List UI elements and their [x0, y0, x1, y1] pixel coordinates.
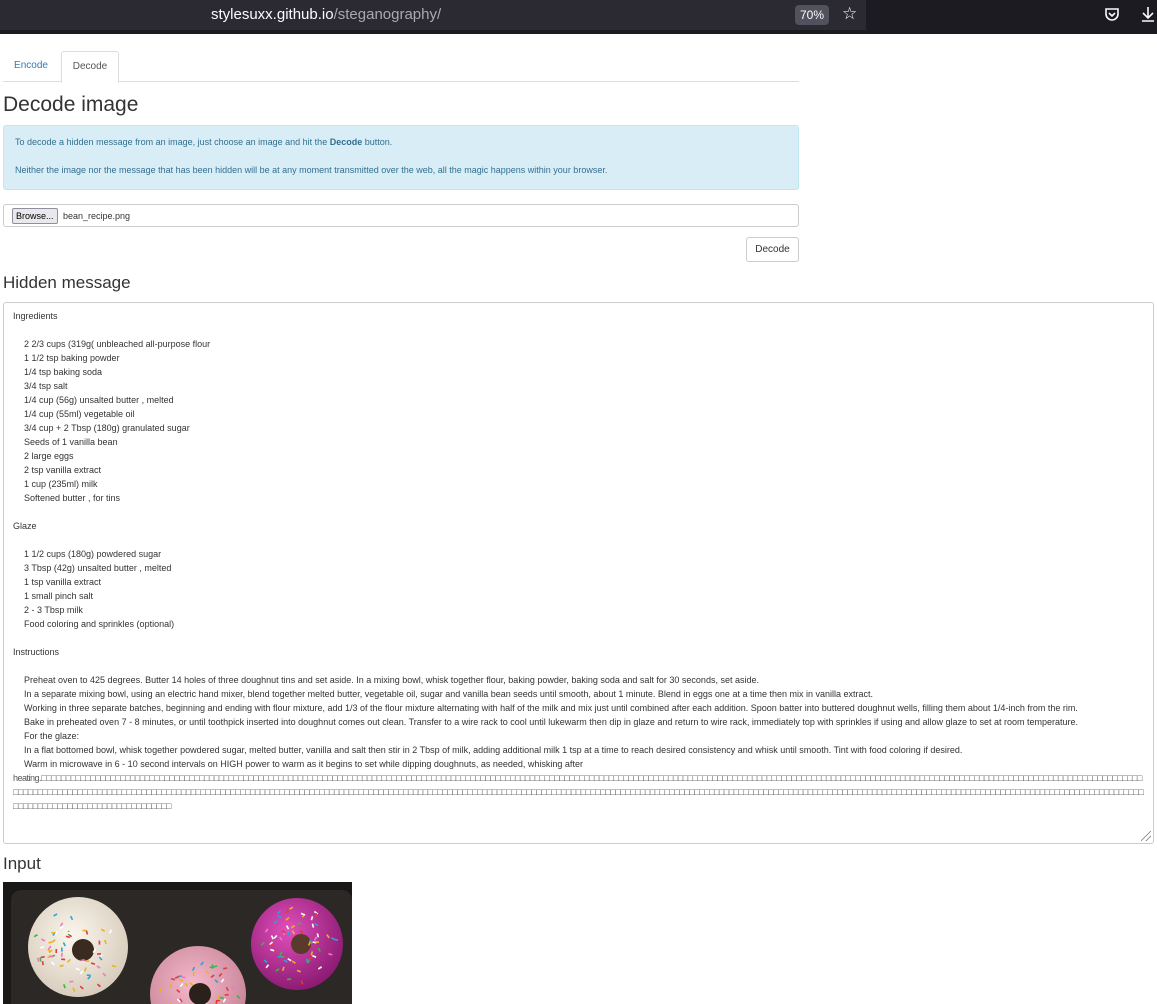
- ingredient-line: 2 2/3 cups (319g( unbleached all-purpose…: [24, 339, 211, 349]
- info-alert: To decode a hidden message from an image…: [3, 125, 799, 190]
- ingredient-line: 1/4 cup (56g) unsalted butter , melted: [24, 395, 174, 405]
- instruction-line: For the glaze:: [24, 731, 80, 741]
- pocket-icon[interactable]: [1104, 6, 1120, 26]
- glaze-line: 3 Tbsp (42g) unsalted butter , melted: [24, 563, 172, 573]
- sprinkle: [60, 947, 63, 952]
- glaze-line: 1 small pinch salt: [24, 591, 94, 601]
- tab-bar: Encode Decode: [3, 51, 799, 83]
- sprinkle: [315, 912, 317, 917]
- sprinkle: [192, 971, 195, 976]
- ingredient-line: 1 cup (235ml) milk: [24, 479, 98, 489]
- instruction-line: In a separate mixing bowl, using an elec…: [24, 689, 874, 699]
- tab-encode[interactable]: Encode: [3, 51, 59, 81]
- alert-line-1: To decode a hidden message from an image…: [15, 137, 392, 147]
- address-bar[interactable]: stylesuxx.github.io/steganography/ 70% ☆: [0, 0, 866, 30]
- star-icon[interactable]: ☆: [842, 5, 857, 23]
- download-icon[interactable]: [1140, 6, 1156, 26]
- ingredient-line: Softened butter , for tins: [24, 493, 121, 503]
- sprinkle: [97, 953, 102, 955]
- sprinkle: [224, 994, 229, 996]
- section-title-instructions: Instructions: [13, 647, 60, 657]
- tab-decode[interactable]: Decode: [61, 51, 119, 83]
- resize-handle-icon[interactable]: [1141, 831, 1151, 841]
- sprinkle: [280, 956, 285, 958]
- instruction-line: Bake in preheated oven 7 - 8 minutes, or…: [24, 717, 1079, 727]
- url-host: stylesuxx.github.io: [211, 6, 334, 23]
- ingredient-line: 1/4 tsp baking soda: [24, 367, 103, 377]
- glaze-line: 1 tsp vanilla extract: [24, 577, 102, 587]
- ingredient-line: 3/4 cup + 2 Tbsp (180g) granulated sugar: [24, 423, 190, 433]
- instruction-line: Working in three separate batches, begin…: [24, 703, 1078, 713]
- trailing-garbage-text: heating.□□□□□□□□□□□□□□□□□□□□□□□□□□□□□□□□…: [13, 773, 1144, 811]
- instruction-line: In a flat bottomed bowl, whisk together …: [24, 745, 963, 755]
- url-path: /steganography/: [333, 6, 442, 23]
- sprinkle: [55, 948, 58, 954]
- donuts-photo: [28, 897, 343, 1004]
- hidden-message-heading: Hidden message: [3, 273, 131, 292]
- sprinkle: [51, 931, 56, 934]
- input-image: [3, 882, 352, 1004]
- instruction-line: Warm in microwave in 6 - 10 second inter…: [24, 759, 583, 769]
- sprinkle: [314, 941, 320, 943]
- zoom-level-badge[interactable]: 70%: [795, 5, 829, 25]
- page-title: Decode image: [3, 93, 139, 116]
- section-title-glaze: Glaze: [13, 521, 37, 531]
- sprinkle: [98, 940, 101, 945]
- browse-button[interactable]: Browse...: [12, 208, 58, 224]
- hidden-message-textarea[interactable]: Ingredients 2 2/3 cups (319g( unbleached…: [3, 302, 1154, 844]
- ingredient-line: 2 tsp vanilla extract: [24, 465, 102, 475]
- instruction-line: Preheat oven to 425 degrees. Butter 14 h…: [24, 675, 759, 685]
- section-title-ingredients: Ingredients: [13, 311, 58, 321]
- ingredient-line: 1/4 cup (55ml) vegetable oil: [24, 409, 135, 419]
- alert-bold-decode: Decode: [329, 137, 363, 147]
- hidden-message-content: Ingredients 2 2/3 cups (319g( unbleached…: [13, 309, 1145, 813]
- glaze-line: 2 - 3 Tbsp milk: [24, 605, 83, 615]
- alert-line-2: Neither the image nor the message that h…: [15, 165, 608, 175]
- browser-toolbar: stylesuxx.github.io/steganography/ 70% ☆: [0, 0, 1157, 34]
- sprinkle: [85, 960, 90, 962]
- input-heading: Input: [3, 854, 41, 873]
- glaze-line: Food coloring and sprinkles (optional): [24, 619, 175, 629]
- ingredient-line: 3/4 tsp salt: [24, 381, 68, 391]
- alert-line-1-end: button.: [362, 137, 393, 147]
- decode-button[interactable]: Decode: [746, 237, 799, 262]
- file-input[interactable]: Browse... bean_recipe.png: [3, 204, 799, 227]
- ingredient-line: Seeds of 1 vanilla bean: [24, 437, 118, 447]
- ingredient-line: 1 1/2 tsp baking powder: [24, 353, 120, 363]
- alert-line-1-text: To decode a hidden message from an image…: [15, 137, 330, 147]
- selected-filename: bean_recipe.png: [63, 211, 131, 221]
- glaze-line: 1 1/2 cups (180g) powdered sugar: [24, 549, 162, 559]
- ingredient-line: 2 large eggs: [24, 451, 74, 461]
- url-text[interactable]: stylesuxx.github.io/steganography/: [211, 6, 441, 23]
